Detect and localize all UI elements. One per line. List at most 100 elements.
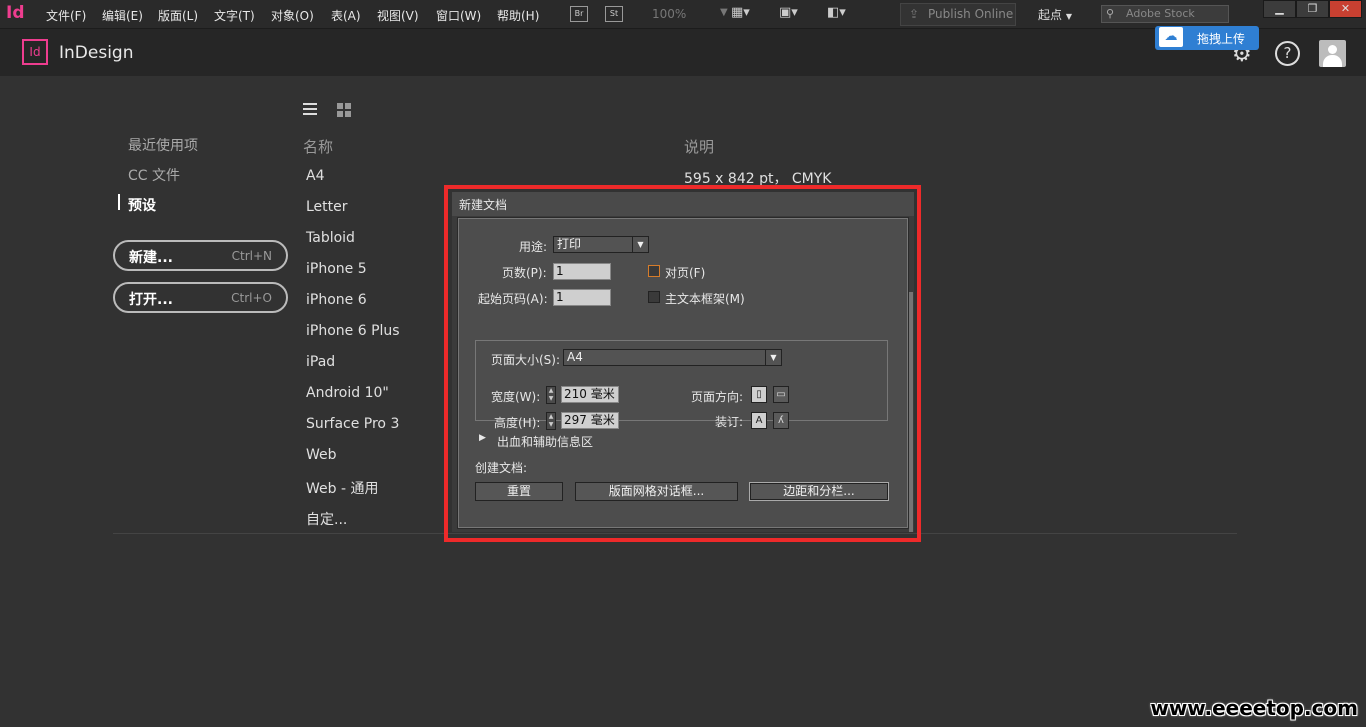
zoom-level[interactable]: 100% [652,7,686,21]
page-size-label: 页面大小(S): [489,351,563,368]
width-stepper[interactable]: ▲ ▼ [546,386,556,404]
primary-text-frame-label: 主文本框架(M) [665,292,745,306]
preset-item[interactable]: A4 [306,168,324,184]
menu-table[interactable]: 表(A) [331,7,361,24]
create-document-label: 创建文档: [475,461,528,475]
chevron-down-icon: ▼ [1065,12,1072,21]
dialog-scrollbar[interactable] [909,292,913,532]
width-field[interactable]: 210 毫米 [561,386,619,403]
workspace-label: 起点 [1038,8,1063,22]
open-shortcut: Ctrl+O [231,291,272,305]
preset-item[interactable]: iPhone 5 [306,261,367,277]
nav-active-indicator [118,194,120,210]
layout-grid-button[interactable]: 版面网格对话框... [575,482,738,501]
menu-view[interactable]: 视图(V) [377,7,419,24]
close-button[interactable]: ✕ [1329,0,1362,18]
new-shortcut: Ctrl+N [231,249,272,263]
reset-button[interactable]: 重置 [475,482,563,501]
publish-online-label: Publish Online [928,7,1014,21]
binding-right-icon[interactable]: ʎ [773,412,789,429]
height-field[interactable]: 297 毫米 [561,412,619,429]
preset-item[interactable]: iPhone 6 Plus [306,323,400,339]
avatar[interactable] [1319,40,1346,67]
indesign-logo: Id [22,39,48,65]
stock-search-placeholder: Adobe Stock [1126,7,1195,20]
help-icon[interactable]: ? [1275,41,1300,66]
preset-item[interactable]: Letter [306,199,348,215]
open-button-label: 打开... [129,292,173,308]
chevron-down-icon[interactable]: ▼ [720,7,728,18]
intent-value: 打印 [557,237,582,251]
preset-item[interactable]: iPhone 6 [306,292,367,308]
primary-text-frame-checkbox[interactable] [648,291,660,303]
preset-item[interactable]: Android 10" [306,385,389,401]
page-size-group: 页面大小(S): A4 ▼ 宽度(W): ▲ ▼ 210 毫米 高度(H): ▲ ▼… [475,340,888,430]
preset-item[interactable]: 自定... [306,509,347,529]
search-icon: ⚲ [1106,7,1115,20]
binding-left-icon[interactable]: A [751,412,767,429]
chevron-down-icon: ▼ [765,350,781,365]
portrait-icon[interactable]: ▯ [751,386,767,403]
description-column-header[interactable]: 说明 [684,136,714,157]
nav-presets[interactable]: 预设 [128,195,156,215]
watermark: www.eeeetop.com [1150,696,1358,720]
grid-view-icon[interactable] [337,103,351,117]
stock-search-input[interactable]: ⚲ Adobe Stock [1101,5,1229,23]
menu-help[interactable]: 帮助(H) [497,7,539,24]
preset-item[interactable]: Web [306,447,337,463]
menu-file[interactable]: 文件(F) [46,7,86,24]
page-size-select[interactable]: A4 ▼ [563,349,782,366]
intent-label: 用途: [519,240,548,254]
dialog-titlebar[interactable]: 新建文档 [452,192,914,216]
bleed-slug-label[interactable]: 出血和辅助信息区 [497,433,593,450]
minimize-button[interactable]: ▁ [1263,0,1296,18]
menubar: Id 文件(F) 编辑(E) 版面(L) 文字(T) 对象(O) 表(A) 视图… [0,0,1366,29]
upload-icon: ⇪ [909,7,920,21]
pages-label: 页数(P): [502,266,547,280]
menu-edit[interactable]: 编辑(E) [102,7,143,24]
new-document-dialog: 新建文档 用途: 打印 ▼ 页数(P): 1 对页(F) 起始页码(A): 1 … [452,192,914,532]
height-stepper[interactable]: ▲ ▼ [546,412,556,430]
stock-button[interactable]: St [605,6,623,22]
pages-field[interactable]: 1 [553,263,611,280]
page-size-value: A4 [567,350,583,364]
workspace-switcher[interactable]: 起点 ▼ [1038,6,1072,23]
restore-button[interactable]: ❐ [1296,0,1329,18]
facing-pages-checkbox[interactable] [648,265,660,277]
preset-item[interactable]: Surface Pro 3 [306,416,399,432]
width-label: 宽度(W): [491,390,541,404]
height-label: 高度(H): [494,416,541,430]
orientation-label: 页面方向: [691,390,744,404]
start-page-field[interactable]: 1 [553,289,611,306]
preset-item[interactable]: Tabloid [306,230,355,246]
app-header: Id InDesign ⚙ ☁ 拖拽上传 ? [0,26,1366,76]
disclosure-triangle-icon[interactable]: ▶ [479,433,486,443]
menu-layout[interactable]: 版面(L) [158,7,198,24]
cloud-icon: ☁ [1159,27,1183,47]
view-options-icon[interactable]: ▦▾ [731,5,759,23]
screen-mode-icon[interactable]: ▣▾ [779,5,807,23]
facing-pages-label: 对页(F) [665,266,706,280]
app-name: InDesign [59,43,134,63]
name-column-header[interactable]: 名称 [303,136,333,157]
intent-select[interactable]: 打印 ▼ [553,236,649,253]
publish-online-button[interactable]: ⇪ Publish Online [900,3,1016,26]
list-view-icon[interactable] [303,103,317,115]
preset-item[interactable]: iPad [306,354,335,370]
bridge-button[interactable]: Br [570,6,588,22]
arrange-documents-icon[interactable]: ◧▾ [827,5,855,23]
margins-columns-button[interactable]: 边距和分栏... [749,482,889,501]
binding-label: 装订: [715,415,744,429]
landscape-icon[interactable]: ▭ [773,386,789,403]
upload-badge[interactable]: ☁ 拖拽上传 [1155,26,1259,50]
menu-type[interactable]: 文字(T) [214,7,255,24]
nav-recent[interactable]: 最近使用项 [128,135,198,155]
dialog-body: 用途: 打印 ▼ 页数(P): 1 对页(F) 起始页码(A): 1 主文本框架… [458,218,908,528]
menu-object[interactable]: 对象(O) [271,7,314,24]
open-button[interactable]: 打开... Ctrl+O [113,282,288,313]
new-button[interactable]: 新建... Ctrl+N [113,240,288,271]
app-icon[interactable]: Id [6,3,25,23]
menu-window[interactable]: 窗口(W) [436,7,481,24]
preset-item[interactable]: Web - 通用 [306,478,378,498]
nav-cc-files[interactable]: CC 文件 [128,165,180,185]
